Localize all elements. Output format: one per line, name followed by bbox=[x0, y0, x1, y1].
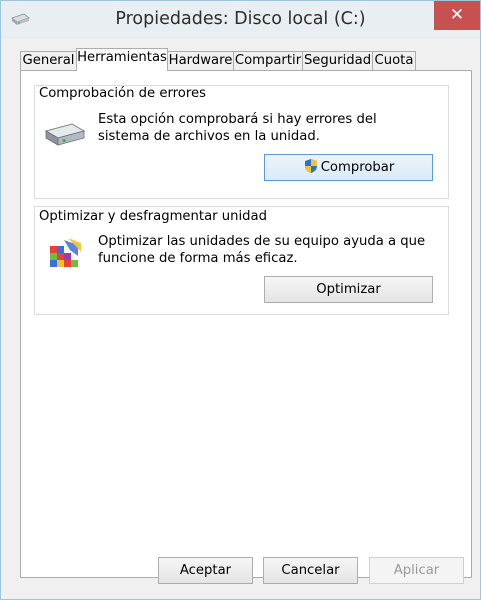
optimize-group: Optimizar y desfragmentar unidad Optimiz… bbox=[34, 206, 449, 315]
close-icon: ✕ bbox=[449, 5, 465, 25]
optimize-title: Optimizar y desfragmentar unidad bbox=[39, 209, 267, 224]
tab-general[interactable]: General bbox=[20, 51, 77, 70]
error-check-desc-line2: sistema de archivos en la unidad. bbox=[98, 129, 320, 144]
check-button-label: Comprobar bbox=[320, 160, 395, 175]
tab-seguridad[interactable]: Seguridad bbox=[302, 51, 373, 70]
error-check-title: Comprobación de errores bbox=[39, 86, 206, 101]
tab-compartir[interactable]: Compartir bbox=[233, 51, 303, 70]
error-check-desc-line1: Esta opción comprobará si hay errores de… bbox=[98, 112, 377, 127]
defrag-icon bbox=[48, 236, 84, 272]
accept-button[interactable]: Aceptar bbox=[158, 557, 253, 584]
tab-cuota[interactable]: Cuota bbox=[372, 51, 416, 70]
uac-shield-icon bbox=[303, 158, 319, 174]
dialog-content: General Herramientas Hardware Compartir … bbox=[9, 38, 472, 593]
apply-button[interactable]: Aplicar bbox=[369, 557, 464, 584]
error-check-group: Comprobación de errores Esta opción comp… bbox=[34, 85, 449, 199]
hard-drive-icon bbox=[44, 121, 86, 149]
check-button[interactable]: Comprobar bbox=[264, 154, 433, 181]
close-button[interactable]: ✕ bbox=[434, 1, 480, 30]
properties-window: Propiedades: Disco local (C:) ✕ General … bbox=[0, 0, 481, 600]
tools-panel: Comprobación de errores Esta opción comp… bbox=[20, 70, 472, 578]
cancel-button[interactable]: Cancelar bbox=[263, 557, 358, 584]
optimize-button[interactable]: Optimizar bbox=[264, 276, 433, 303]
title-bar[interactable]: Propiedades: Disco local (C:) ✕ bbox=[1, 1, 480, 39]
optimize-desc-line1: Optimizar las unidades de su equipo ayud… bbox=[98, 234, 426, 249]
window-title: Propiedades: Disco local (C:) bbox=[115, 9, 366, 29]
tab-herramientas[interactable]: Herramientas bbox=[76, 48, 168, 71]
optimize-desc-line2: funcione de forma más eficaz. bbox=[98, 251, 298, 266]
tab-hardware[interactable]: Hardware bbox=[167, 51, 234, 70]
